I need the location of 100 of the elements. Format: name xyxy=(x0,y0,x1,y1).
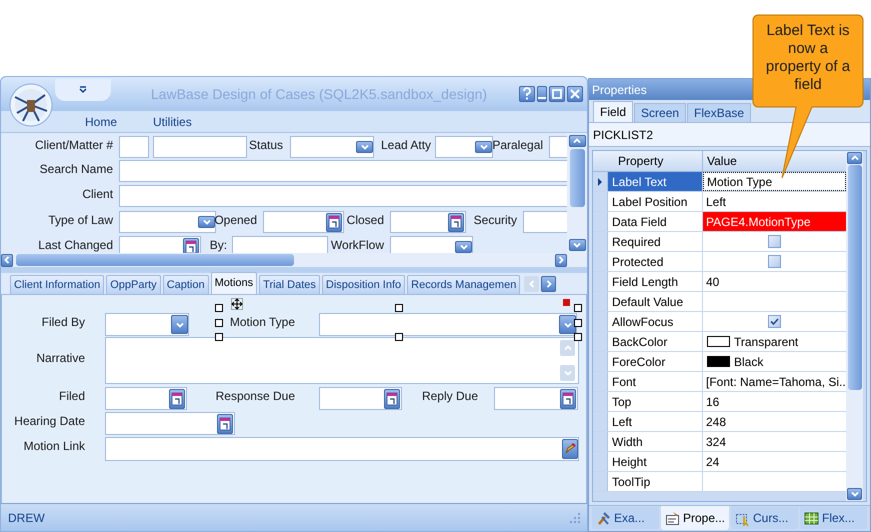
property-value[interactable]: Left xyxy=(703,192,846,211)
property-value[interactable]: 16 xyxy=(703,392,846,411)
tab[interactable]: Prope... xyxy=(660,506,730,530)
tab[interactable]: Flex... xyxy=(800,507,867,529)
date-field[interactable] xyxy=(119,236,201,253)
property-value[interactable]: [Font: Name=Tahoma, Si... xyxy=(703,372,846,391)
scroll-up-button[interactable] xyxy=(847,152,862,164)
resize-handle[interactable] xyxy=(215,304,223,312)
tab[interactable]: Caption xyxy=(162,275,209,294)
scroll-right-button[interactable] xyxy=(555,254,567,266)
property-name[interactable]: Default Value xyxy=(608,292,703,311)
tab[interactable]: Client Information xyxy=(10,275,104,294)
calendar-button[interactable] xyxy=(384,388,400,408)
property-name[interactable]: AllowFocus xyxy=(608,312,703,331)
dropdown-field[interactable] xyxy=(390,236,473,253)
tab[interactable]: Disposition Info xyxy=(322,275,406,294)
text-field[interactable] xyxy=(153,136,247,158)
tab[interactable]: OppParty xyxy=(106,275,161,294)
scrollbar-thumb[interactable] xyxy=(848,165,862,390)
maximize-button[interactable] xyxy=(549,86,565,102)
calendar-button[interactable] xyxy=(448,212,464,232)
text-field[interactable] xyxy=(119,185,568,207)
field-label: Filed By xyxy=(42,314,85,331)
property-value[interactable]: 324 xyxy=(703,432,846,451)
property-name[interactable]: Data Field xyxy=(608,212,703,231)
scroll-up-button[interactable] xyxy=(568,135,586,147)
calendar-button[interactable] xyxy=(326,212,342,232)
text-field[interactable] xyxy=(232,236,328,253)
scrollbar-thumb[interactable] xyxy=(16,254,294,266)
date-field[interactable] xyxy=(105,412,235,435)
dropdown-field[interactable] xyxy=(105,313,189,336)
link-field[interactable] xyxy=(105,437,579,461)
date-field[interactable] xyxy=(319,387,402,410)
dropdown-field[interactable] xyxy=(435,136,493,158)
resize-handle[interactable] xyxy=(395,304,403,312)
calendar-icon xyxy=(184,240,198,253)
resize-handle[interactable] xyxy=(395,333,403,341)
horizontal-scrollbar[interactable] xyxy=(1,253,587,267)
tab[interactable]: FlexBase xyxy=(687,103,752,122)
scrollbar-thumb[interactable] xyxy=(570,149,585,207)
chevron-left-icon xyxy=(2,255,12,265)
property-name[interactable]: BackColor xyxy=(608,332,703,351)
property-name[interactable]: Field Length xyxy=(608,272,703,291)
text-field[interactable] xyxy=(119,160,568,182)
dropdown-button[interactable] xyxy=(559,315,576,334)
tab[interactable]: Trial Dates xyxy=(259,275,320,294)
tab[interactable]: Curs... xyxy=(731,507,798,529)
property-value[interactable]: 40 xyxy=(703,272,846,291)
date-field[interactable] xyxy=(494,387,578,410)
property-value[interactable]: 24 xyxy=(703,452,846,471)
checkbox[interactable] xyxy=(768,255,781,268)
calendar-button[interactable] xyxy=(217,414,233,434)
scroll-left-button[interactable] xyxy=(1,254,13,266)
calendar-button[interactable] xyxy=(169,388,185,408)
menu-tab[interactable]: Home xyxy=(85,112,118,130)
tab[interactable]: Field xyxy=(593,101,634,122)
tab[interactable]: Records Managemen xyxy=(407,275,520,294)
property-name[interactable]: Top xyxy=(608,392,703,411)
link-button[interactable] xyxy=(562,439,578,459)
scroll-right-button[interactable] xyxy=(541,276,556,292)
menu-tab[interactable]: Utilities xyxy=(153,112,192,130)
dropdown-field[interactable] xyxy=(319,313,577,336)
dropdown-field[interactable] xyxy=(290,136,374,158)
property-value[interactable]: Motion Type xyxy=(703,172,846,191)
tab[interactable]: Screen xyxy=(634,103,686,122)
close-button[interactable] xyxy=(567,86,583,102)
property-name[interactable]: ForeColor xyxy=(608,352,703,371)
property-name[interactable]: Label Text xyxy=(608,172,703,191)
column-header[interactable]: Property xyxy=(608,151,703,171)
scroll-down-button[interactable] xyxy=(568,239,586,251)
help-button[interactable] xyxy=(519,86,535,102)
property-name[interactable]: Height xyxy=(608,452,703,471)
date-field[interactable] xyxy=(263,211,344,233)
property-name[interactable]: Label Position xyxy=(608,192,703,211)
column-header[interactable]: Value xyxy=(703,151,846,171)
calendar-button[interactable] xyxy=(560,388,576,408)
date-field[interactable] xyxy=(390,211,466,233)
chevron-down-icon xyxy=(360,142,370,152)
property-value[interactable]: 248 xyxy=(703,412,846,431)
vertical-scrollbar[interactable] xyxy=(846,151,863,501)
tab[interactable]: Motions xyxy=(210,272,258,294)
dropdown-field[interactable] xyxy=(119,211,216,233)
property-name[interactable]: Font xyxy=(608,372,703,391)
property-name[interactable]: Left xyxy=(608,412,703,431)
scroll-down-button[interactable] xyxy=(847,488,862,500)
vertical-scrollbar[interactable] xyxy=(567,133,587,253)
tab[interactable]: Exa... xyxy=(592,507,659,529)
date-field[interactable] xyxy=(105,387,187,410)
property-name[interactable]: ToolTip xyxy=(608,472,703,491)
property-value[interactable]: Black xyxy=(734,352,764,370)
property-value[interactable]: PAGE4.MotionType xyxy=(703,212,846,231)
checkbox[interactable] xyxy=(768,315,781,328)
minimize-button[interactable] xyxy=(537,86,547,102)
text-field[interactable] xyxy=(523,211,568,233)
text-field[interactable] xyxy=(119,136,149,158)
property-name[interactable]: Protected xyxy=(608,252,703,271)
property-name[interactable]: Required xyxy=(608,232,703,251)
calendar-button[interactable] xyxy=(183,238,199,253)
property-name[interactable]: Width xyxy=(608,432,703,451)
checkbox[interactable] xyxy=(768,235,781,248)
